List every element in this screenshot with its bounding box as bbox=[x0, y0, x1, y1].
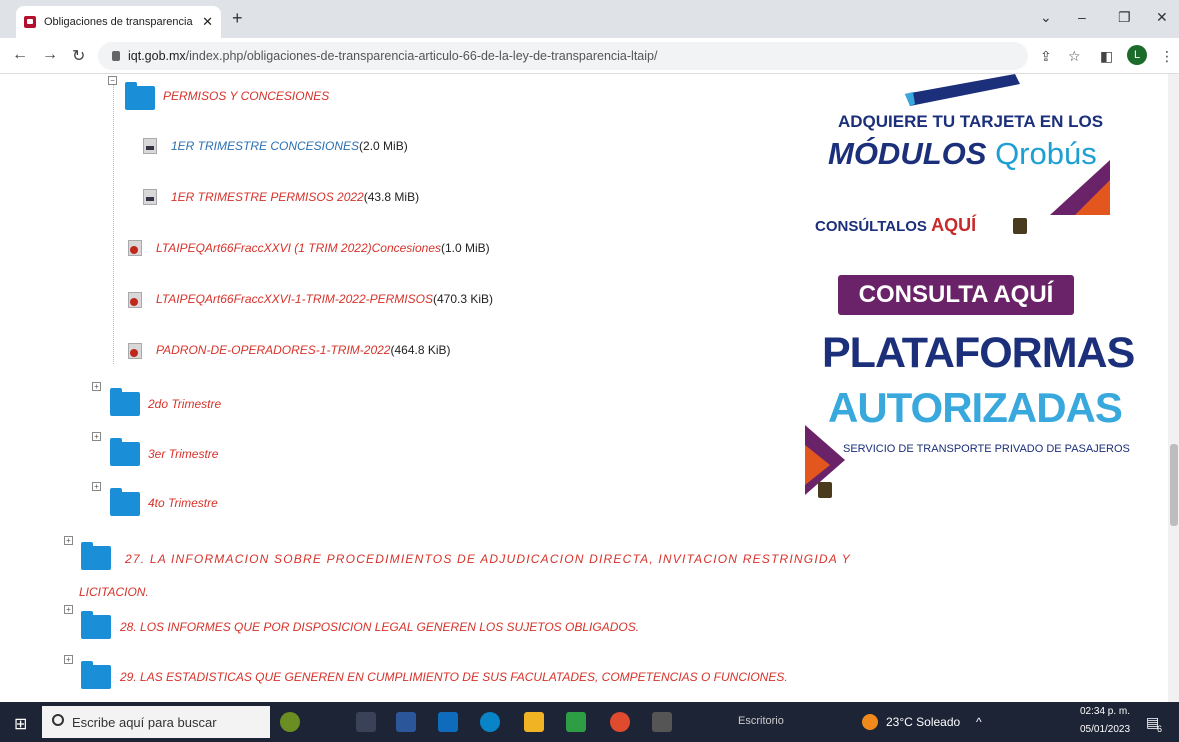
state-seal-icon bbox=[818, 482, 832, 498]
decor-triangles bbox=[1050, 160, 1110, 215]
taskbar-search[interactable]: Escribe aquí para buscar bbox=[42, 706, 270, 738]
ad-headline: ADQUIERE TU TARJETA EN LOS bbox=[838, 112, 1104, 131]
weather-text[interactable]: 23°C Soleado bbox=[886, 715, 960, 729]
minimize-button[interactable]: – bbox=[1078, 9, 1086, 25]
folder-4to-trimestre[interactable]: 4to Trimestre bbox=[148, 496, 218, 510]
scrollbar-thumb[interactable] bbox=[1170, 444, 1178, 526]
pdf-file-icon bbox=[128, 240, 142, 256]
url-path: /index.php/obligaciones-de-transparencia… bbox=[185, 49, 658, 63]
folder-icon bbox=[81, 542, 111, 570]
ad-autorizadas: AUTORIZADAS bbox=[828, 384, 1123, 431]
file-link[interactable]: LTAIPEQArt66FraccXXVI-1-TRIM-2022-PERMIS… bbox=[156, 292, 493, 306]
folder-permisos[interactable]: PERMISOS Y CONCESIONES bbox=[163, 89, 329, 103]
search-placeholder: Escribe aquí para buscar bbox=[72, 714, 217, 730]
app-icon[interactable] bbox=[566, 712, 586, 732]
file-link[interactable]: PADRON-DE-OPERADORES-1-TRIM-2022(464.8 K… bbox=[156, 343, 451, 357]
item-29-link[interactable]: 29. LAS ESTADISTICAS QUE GENEREN EN CUMP… bbox=[120, 670, 788, 684]
new-tab-button[interactable]: + bbox=[232, 8, 243, 29]
edge-icon[interactable] bbox=[480, 712, 500, 732]
bookmark-star-icon[interactable]: ☆ bbox=[1068, 48, 1081, 65]
folder-icon bbox=[110, 438, 140, 466]
clock-time[interactable]: 02:34 p. m. bbox=[1080, 706, 1130, 717]
outlook-icon[interactable] bbox=[438, 712, 458, 732]
file-link[interactable]: 1ER TRIMESTRE PERMISOS 2022(43.8 MiB) bbox=[171, 190, 419, 204]
expand-icon[interactable]: + bbox=[64, 605, 73, 614]
widget-icon[interactable] bbox=[280, 712, 300, 732]
item-27-link[interactable]: 27. LA INFORMACION SOBRE PROCEDIMIENTOS … bbox=[125, 552, 851, 566]
close-tab-icon[interactable]: ✕ bbox=[202, 14, 213, 30]
folder-icon bbox=[125, 82, 155, 110]
taskbar: ⊞ Escribe aquí para buscar Escritorio 23… bbox=[0, 702, 1179, 742]
restore-button[interactable]: ❐ bbox=[1118, 9, 1131, 26]
chrome-icon[interactable] bbox=[610, 712, 630, 732]
ad-servicio: SERVICIO DE TRANSPORTE PRIVADO DE PASAJE… bbox=[843, 443, 1130, 455]
tab-strip: Obligaciones de transparencia a ✕ + ⌄ – … bbox=[0, 0, 1179, 38]
tab-title: Obligaciones de transparencia a bbox=[44, 16, 197, 28]
vertical-scrollbar[interactable] bbox=[1168, 74, 1179, 702]
ad-plataformas: PLATAFORMAS bbox=[822, 329, 1135, 377]
clock-date[interactable]: 05/01/2023 bbox=[1080, 724, 1130, 735]
image-file-icon bbox=[143, 138, 157, 154]
back-icon[interactable]: ← bbox=[12, 46, 28, 64]
expand-icon[interactable]: + bbox=[92, 432, 101, 441]
notification-count: 6 bbox=[1157, 724, 1163, 734]
close-window-button[interactable]: ✕ bbox=[1156, 9, 1168, 26]
menu-icon[interactable]: ⋮ bbox=[1160, 48, 1174, 65]
expand-icon[interactable]: + bbox=[92, 482, 101, 491]
folder-icon bbox=[81, 611, 111, 639]
file-explorer-icon[interactable] bbox=[524, 712, 544, 732]
share-icon[interactable]: ⇪ bbox=[1040, 48, 1052, 65]
tab-search-icon[interactable]: ⌄ bbox=[1040, 9, 1052, 26]
consulta-aqui-button[interactable]: CONSULTA AQUÍ bbox=[838, 275, 1074, 315]
url-domain: iqt.gob.mx bbox=[128, 49, 186, 63]
address-bar-row: ← → ↻ iqt.gob.mx /index.php/obligaciones… bbox=[0, 38, 1179, 74]
state-seal-icon bbox=[1013, 218, 1027, 234]
search-icon bbox=[52, 714, 64, 726]
collapse-icon[interactable]: − bbox=[108, 76, 117, 85]
reload-icon[interactable]: ↻ bbox=[72, 46, 85, 66]
task-view-icon[interactable] bbox=[356, 712, 376, 732]
expand-icon[interactable]: + bbox=[64, 655, 73, 664]
forward-icon[interactable]: → bbox=[42, 46, 58, 64]
pdf-file-icon bbox=[128, 343, 142, 359]
pdf-file-icon bbox=[128, 292, 142, 308]
folder-icon bbox=[110, 488, 140, 516]
browser-tab[interactable]: Obligaciones de transparencia a ✕ bbox=[16, 6, 221, 38]
weather-sun-icon bbox=[862, 714, 878, 730]
folder-3er-trimestre[interactable]: 3er Trimestre bbox=[148, 447, 218, 461]
expand-icon[interactable]: + bbox=[64, 536, 73, 545]
sidepanel-icon[interactable]: ◧ bbox=[1100, 48, 1113, 65]
tree-guide bbox=[113, 84, 114, 364]
folder-icon bbox=[110, 388, 140, 416]
item-27-continued[interactable]: LICITACION. bbox=[79, 585, 149, 599]
folder-2do-trimestre[interactable]: 2do Trimestre bbox=[148, 397, 221, 411]
desktop-label[interactable]: Escritorio bbox=[738, 715, 784, 727]
windows-start-icon[interactable]: ⊞ bbox=[14, 714, 27, 734]
folder-icon bbox=[81, 661, 111, 689]
tray-chevron-icon[interactable]: ^ bbox=[976, 715, 982, 729]
bus-icon bbox=[24, 16, 36, 28]
ad-consultalos: CONSÚLTALOS AQUÍ bbox=[815, 215, 977, 235]
word-icon[interactable] bbox=[396, 712, 416, 732]
url-field[interactable]: iqt.gob.mx /index.php/obligaciones-de-tr… bbox=[98, 42, 1028, 70]
profile-avatar[interactable]: L bbox=[1127, 45, 1147, 65]
item-28-link[interactable]: 28. LOS INFORMES QUE POR DISPOSICION LEG… bbox=[120, 620, 639, 634]
lock-icon bbox=[112, 51, 120, 61]
app-icon[interactable] bbox=[652, 712, 672, 732]
file-link[interactable]: LTAIPEQArt66FraccXXVI (1 TRIM 2022)Conce… bbox=[156, 241, 490, 255]
image-file-icon bbox=[143, 189, 157, 205]
card-graphic bbox=[905, 74, 1020, 106]
file-link[interactable]: 1ER TRIMESTRE CONCESIONES(2.0 MiB) bbox=[171, 139, 408, 153]
expand-icon[interactable]: + bbox=[92, 382, 101, 391]
